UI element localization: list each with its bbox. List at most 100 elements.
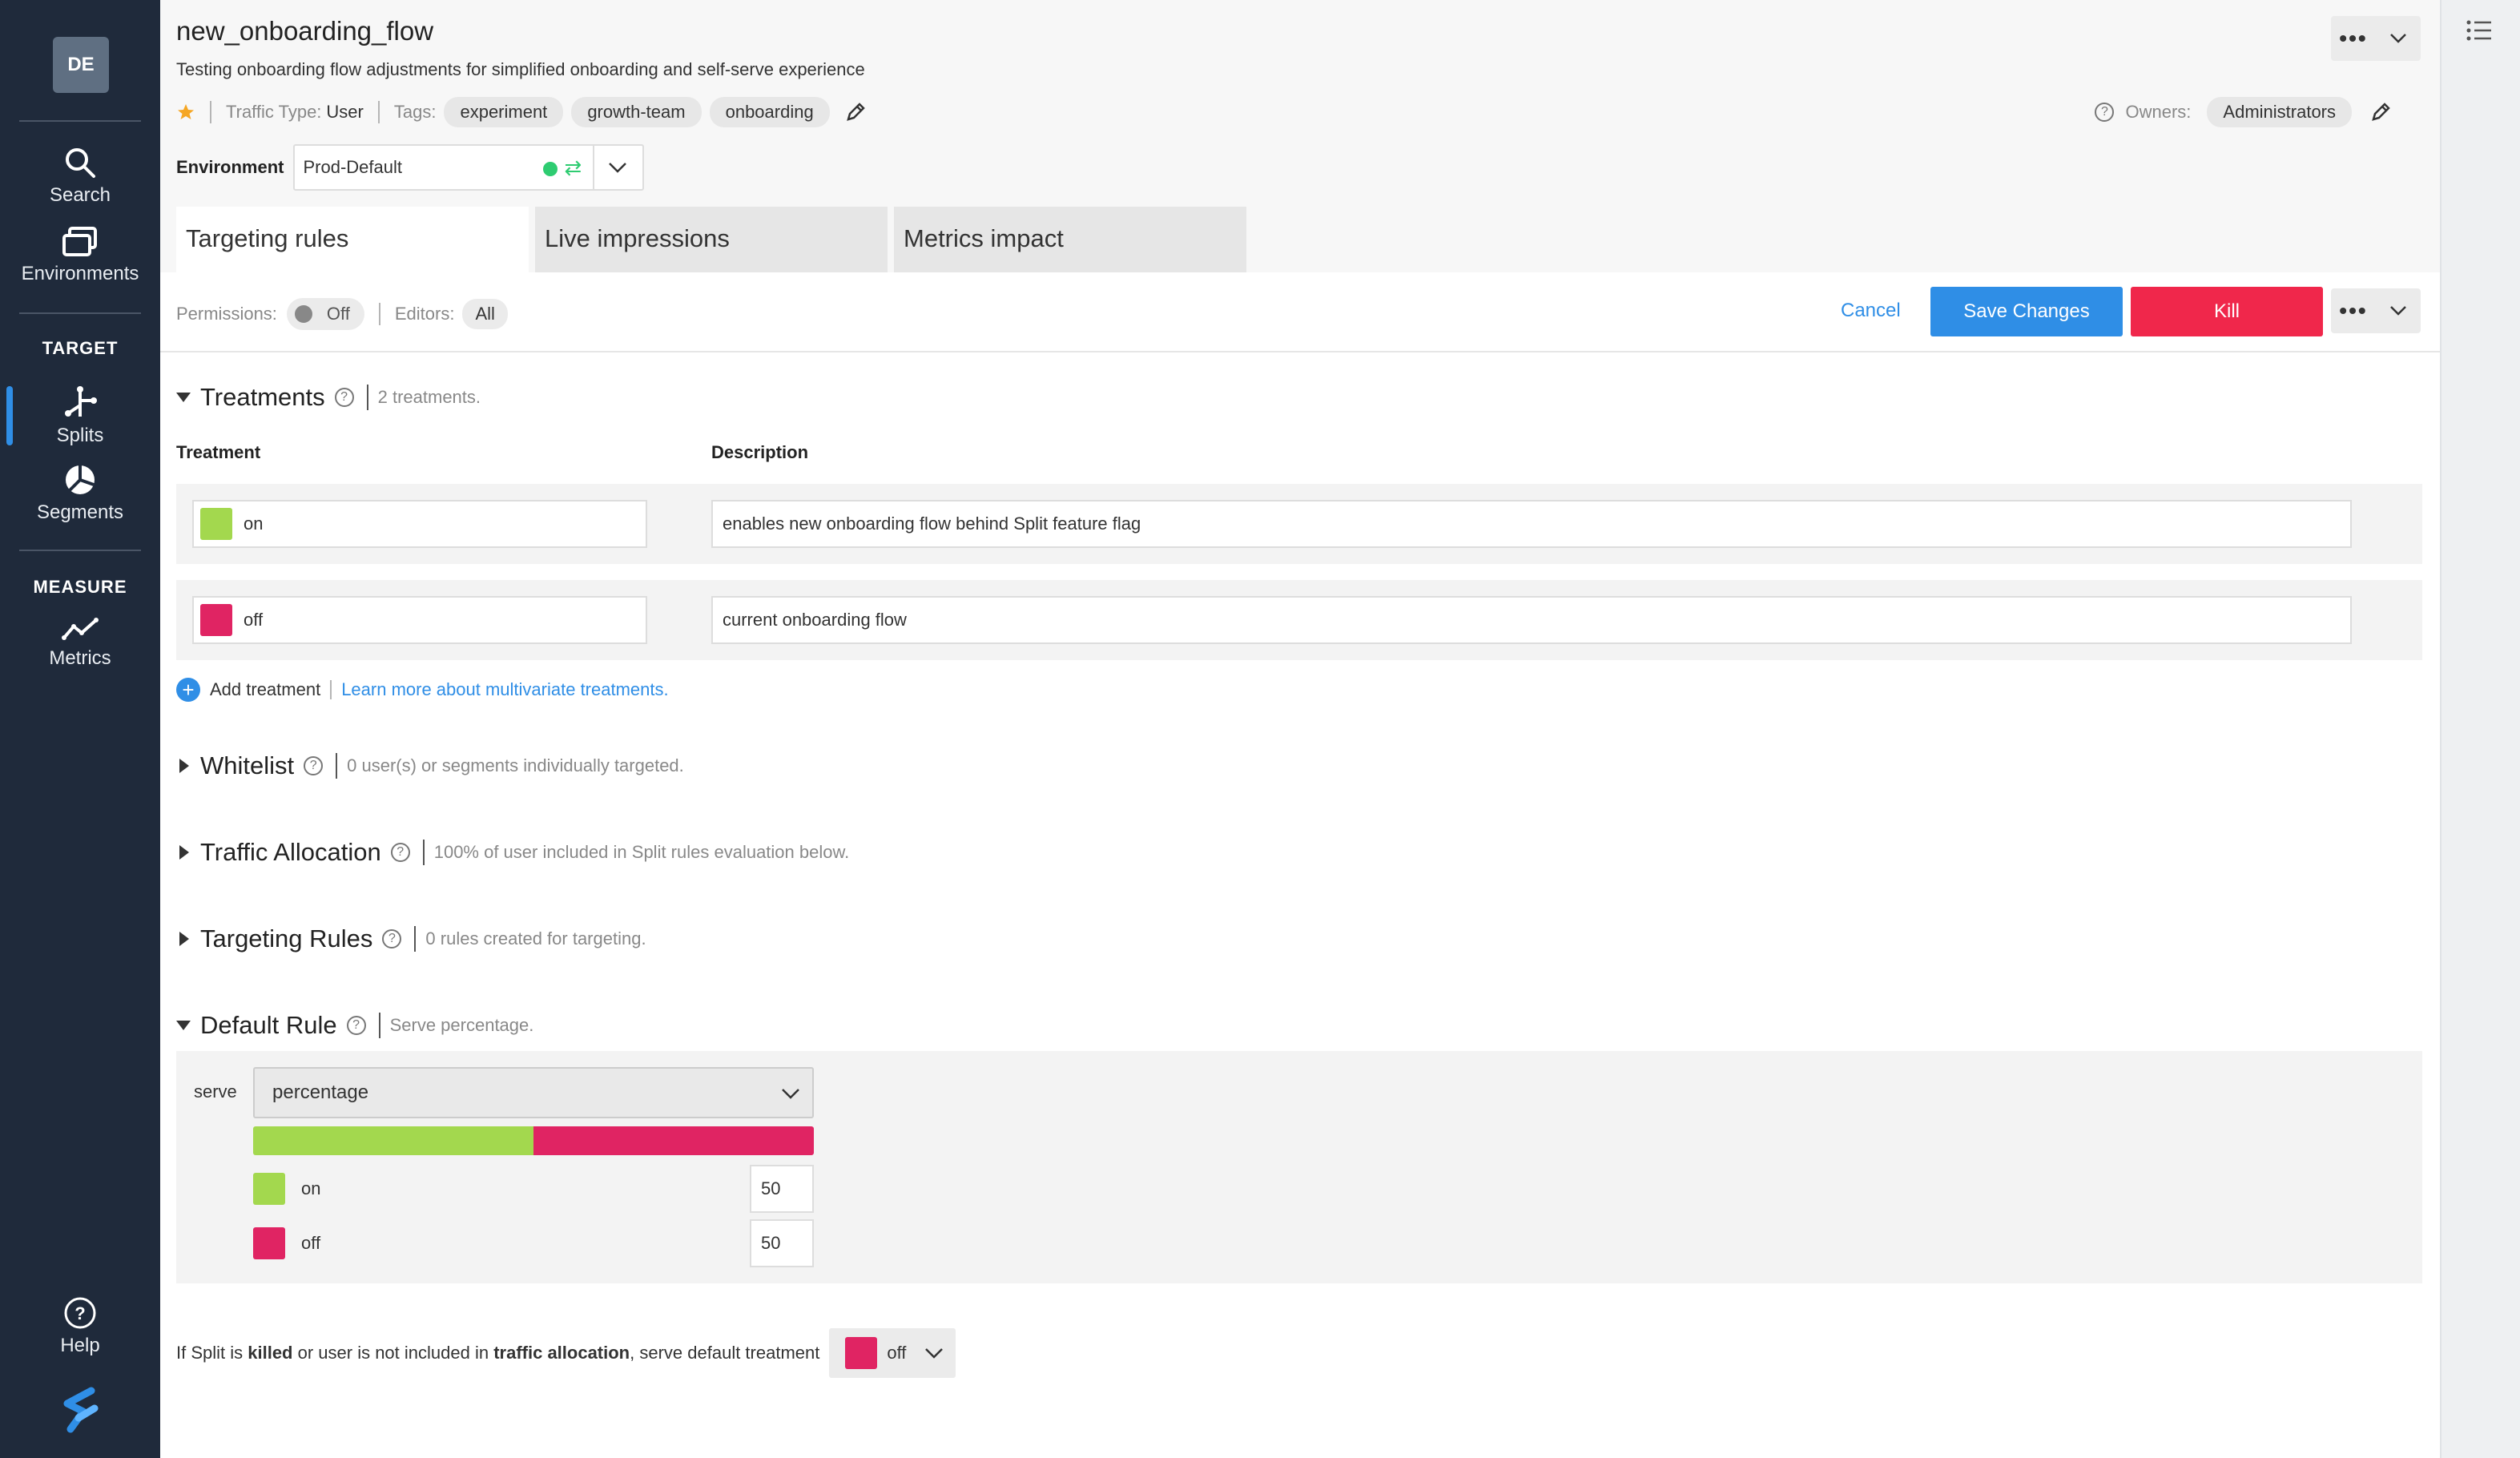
- footer-text: , serve default treatment: [630, 1343, 820, 1363]
- chevron-down-icon[interactable]: [924, 1343, 944, 1363]
- save-changes-button[interactable]: Save Changes: [1930, 287, 2123, 336]
- distribution-segment-on: [253, 1126, 533, 1155]
- treatment-color-swatch[interactable]: [200, 604, 232, 636]
- chevron-down-icon[interactable]: [2376, 16, 2421, 61]
- list-icon[interactable]: [2466, 19, 2493, 42]
- expand-caret-icon[interactable]: [179, 845, 189, 860]
- chevron-down-icon[interactable]: [607, 157, 628, 178]
- serve-select[interactable]: percentage: [253, 1067, 814, 1118]
- learn-more-link[interactable]: Learn more about multivariate treatments…: [341, 679, 668, 700]
- divider: [377, 101, 380, 123]
- treatment-name: on: [301, 1178, 321, 1198]
- star-icon[interactable]: [176, 103, 195, 122]
- treatment-name: off: [301, 1233, 321, 1253]
- treatment-name-input[interactable]: off: [192, 596, 647, 644]
- default-treatment-value: off: [887, 1343, 907, 1363]
- treatment-color-swatch[interactable]: [200, 508, 232, 540]
- percentage-row: on 50: [253, 1165, 814, 1213]
- environment-select[interactable]: Prod-Default ⇄: [293, 144, 645, 191]
- expand-caret-icon[interactable]: [179, 759, 189, 773]
- chevron-down-icon[interactable]: [780, 1083, 801, 1104]
- more-dots-icon[interactable]: •••: [2331, 16, 2376, 61]
- traffic-type-value: User: [326, 102, 364, 122]
- header-actions-menu[interactable]: •••: [2331, 16, 2421, 61]
- treatment-name-input[interactable]: on: [192, 500, 647, 548]
- help-icon[interactable]: ?: [304, 756, 324, 775]
- edit-tags-pencil-icon[interactable]: [844, 101, 867, 123]
- nav-item-metrics[interactable]: Metrics: [0, 615, 160, 670]
- divider: [366, 385, 368, 410]
- help-icon[interactable]: ?: [382, 929, 402, 949]
- treatments-section-header[interactable]: Treatments ? 2 treatments.: [176, 381, 481, 413]
- tab-live-impressions[interactable]: Live impressions: [535, 207, 888, 272]
- main-panel: new_onboarding_flow Testing onboarding f…: [160, 0, 2440, 1458]
- serve-value: percentage: [272, 1081, 369, 1103]
- edit-owners-pencil-icon[interactable]: [2369, 101, 2392, 123]
- page-subtitle: Testing onboarding flow adjustments for …: [176, 59, 865, 79]
- add-treatment-button[interactable]: Add treatment: [210, 679, 320, 700]
- help-icon[interactable]: ?: [346, 1016, 366, 1035]
- percentage-input[interactable]: 50: [750, 1219, 814, 1267]
- permissions-toggle[interactable]: Off: [286, 298, 364, 330]
- permissions: Permissions: Off Editors: All: [176, 296, 508, 332]
- nav-heading-measure: MEASURE: [33, 577, 127, 597]
- expand-caret-icon[interactable]: [179, 932, 189, 946]
- tab-metrics-impact[interactable]: Metrics impact: [894, 207, 1246, 272]
- whitelist-section-header[interactable]: Whitelist ? 0 user(s) or segments indivi…: [176, 750, 684, 782]
- owners-help-icon[interactable]: ?: [2095, 103, 2115, 122]
- chevron-down-icon[interactable]: [2376, 288, 2421, 333]
- cancel-button[interactable]: Cancel: [1841, 300, 1901, 322]
- section-note: 2 treatments.: [377, 387, 481, 407]
- owners: ? Owners: Administrators: [2095, 97, 2392, 127]
- help-icon: ?: [64, 1297, 96, 1329]
- nav-item-segments[interactable]: Segments: [0, 463, 160, 524]
- more-dots-icon[interactable]: •••: [2331, 288, 2376, 333]
- nav-divider: [19, 120, 141, 122]
- targeting-rules-section-header[interactable]: Targeting Rules ? 0 rules created for ta…: [176, 923, 646, 955]
- nav-item-label: Search: [49, 184, 111, 206]
- default-rule-section-header[interactable]: Default Rule ? Serve percentage.: [176, 1009, 533, 1041]
- treatment-description-input[interactable]: enables new onboarding flow behind Split…: [711, 500, 2352, 548]
- editors-chip[interactable]: All: [462, 299, 508, 329]
- nav-item-search[interactable]: Search: [0, 146, 160, 207]
- nav-item-label: Help: [60, 1335, 100, 1356]
- traffic-allocation-section-header[interactable]: Traffic Allocation ? 100% of user includ…: [176, 836, 849, 868]
- treatment-description-input[interactable]: current onboarding flow: [711, 596, 2352, 644]
- editors-label: Editors:: [394, 304, 455, 324]
- nav-item-environments[interactable]: Environments: [0, 226, 160, 285]
- help-icon[interactable]: ?: [390, 843, 410, 862]
- nav-item-label: Segments: [36, 501, 124, 523]
- tags-label: Tags:: [393, 102, 437, 122]
- help-icon[interactable]: ?: [334, 388, 354, 407]
- rules-actions-menu[interactable]: •••: [2331, 288, 2421, 333]
- treatment-color-swatch: [253, 1227, 285, 1259]
- divider: [593, 146, 595, 189]
- environments-icon: [62, 227, 97, 256]
- tab-targeting-rules[interactable]: Targeting rules: [176, 207, 529, 272]
- right-sidebar: [2440, 0, 2520, 1458]
- default-treatment-select[interactable]: off: [829, 1328, 956, 1378]
- tag-chip: growth-team: [571, 97, 702, 127]
- segments-icon: [66, 465, 95, 494]
- nav-heading-target: TARGET: [42, 338, 119, 358]
- avatar[interactable]: DE: [53, 37, 109, 93]
- treatment-column-header: Treatment: [176, 442, 261, 462]
- add-icon[interactable]: +: [176, 678, 200, 702]
- nav-item-help[interactable]: ? Help: [0, 1296, 160, 1357]
- nav-item-label: Environments: [21, 263, 139, 284]
- environment-picker: Environment Prod-Default ⇄: [176, 144, 645, 191]
- nav-item-splits[interactable]: Splits: [0, 385, 160, 447]
- tag-chip: onboarding: [709, 97, 830, 127]
- collapse-caret-icon[interactable]: [176, 1021, 191, 1030]
- sync-icon: ⇄: [564, 155, 582, 179]
- kill-button[interactable]: Kill: [2131, 287, 2323, 336]
- collapse-caret-icon[interactable]: [176, 393, 191, 402]
- permissions-label: Permissions:: [176, 304, 277, 324]
- metrics-icon: [62, 618, 99, 640]
- footer-text: or user is not included in: [292, 1343, 494, 1363]
- percentage-input[interactable]: 50: [750, 1165, 814, 1213]
- environment-value: Prod-Default: [303, 157, 402, 177]
- page-title: new_onboarding_flow: [176, 16, 434, 46]
- toggle-knob: [294, 305, 312, 323]
- nav-divider: [19, 312, 141, 314]
